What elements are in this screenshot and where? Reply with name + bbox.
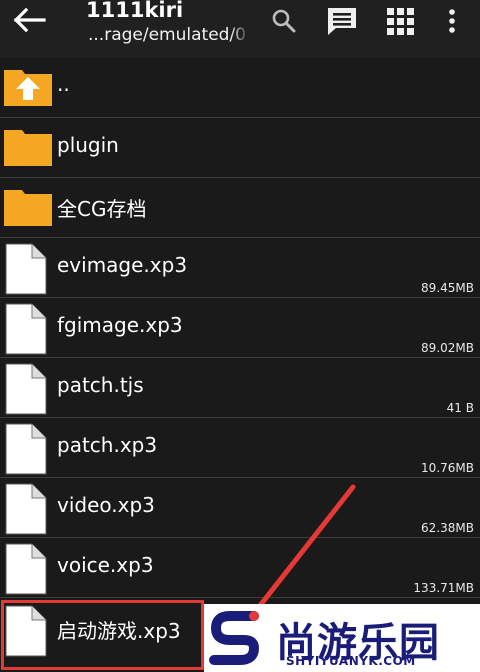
file-icon (5, 605, 47, 657)
watermark-logo-icon (209, 611, 260, 665)
file-icon (5, 483, 47, 535)
file-size: 10.76MB (421, 461, 474, 475)
comment-icon (328, 8, 356, 35)
more-options-button[interactable] (440, 4, 464, 38)
file-name: evimage.xp3 (57, 253, 188, 277)
list-item-file[interactable]: patch.tjs 41 B (0, 358, 480, 418)
list-item-file[interactable]: fgimage.xp3 89.02MB (0, 298, 480, 358)
file-icon (5, 543, 47, 595)
file-size: 89.45MB (421, 281, 474, 295)
comment-button[interactable] (324, 4, 362, 38)
list-item-folder[interactable]: 全CG存档 (0, 178, 480, 238)
folder-path: ...rage/emulated/0 (88, 25, 246, 45)
grid-view-icon (387, 8, 414, 35)
file-name: video.xp3 (57, 493, 155, 517)
file-name: patch.xp3 (57, 433, 158, 457)
list-item-file[interactable]: video.xp3 62.38MB (0, 478, 480, 538)
file-icon (5, 363, 47, 415)
back-button[interactable] (12, 6, 52, 34)
search-icon (272, 9, 296, 33)
grid-view-button[interactable] (384, 4, 418, 38)
file-name: 全CG存档 (57, 197, 147, 221)
list-item-file[interactable]: voice.xp3 133.71MB (0, 538, 480, 598)
app-toolbar: 1111kiri ...rage/emulated/0 (0, 0, 480, 58)
watermark-url: SHYIYUANYK.COM (286, 654, 416, 668)
file-name: 启动游戏.xp3 (57, 619, 181, 643)
back-arrow-icon (13, 7, 46, 33)
file-icon (5, 243, 47, 295)
file-icon (5, 423, 47, 475)
file-size: 133.71MB (413, 581, 474, 595)
file-name: voice.xp3 (57, 553, 154, 577)
file-size: 89.02MB (421, 341, 474, 355)
more-vert-icon (449, 9, 455, 33)
list-item-parent-folder[interactable]: .. (0, 58, 480, 118)
file-size: 62.38MB (421, 521, 474, 535)
search-button[interactable] (268, 4, 300, 38)
list-item-file[interactable]: patch.xp3 10.76MB (0, 418, 480, 478)
folder-up-icon (4, 70, 52, 106)
list-item-folder[interactable]: plugin (0, 118, 480, 178)
file-size: 41 B (446, 401, 474, 415)
file-icon (5, 303, 47, 355)
file-name: fgimage.xp3 (57, 313, 183, 337)
file-name: patch.tjs (57, 373, 144, 397)
site-watermark: 尚游乐园 SHYIYUANYK.COM (204, 604, 480, 672)
list-item-file[interactable]: evimage.xp3 89.45MB (0, 238, 480, 298)
folder-title: 1111kiri (86, 0, 184, 22)
file-name: .. (57, 72, 70, 96)
file-name: plugin (57, 133, 119, 157)
folder-icon (4, 190, 52, 226)
folder-icon (4, 130, 52, 166)
